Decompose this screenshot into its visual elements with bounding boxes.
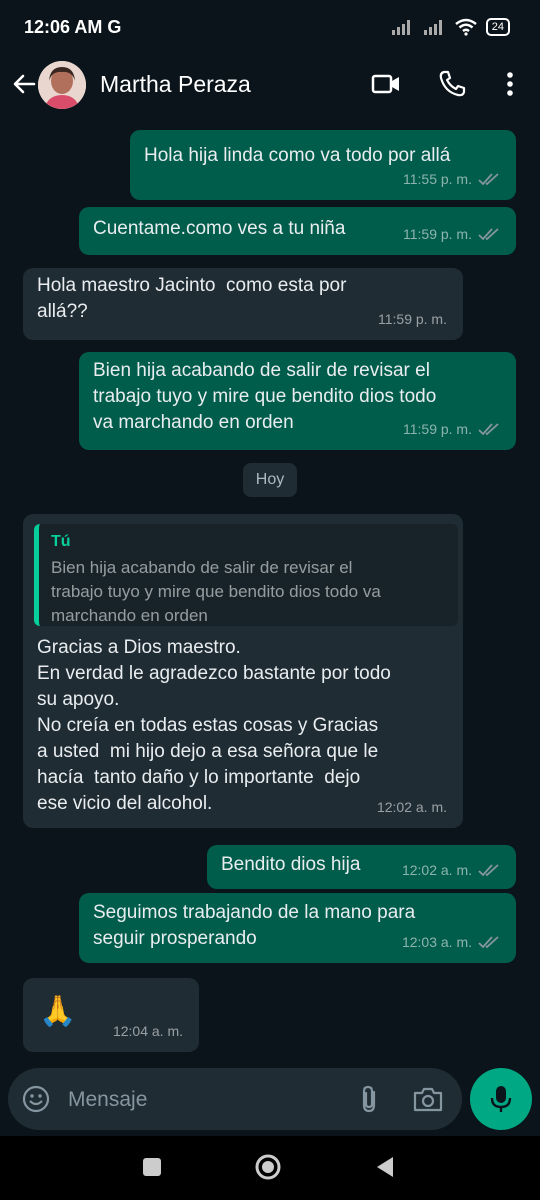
system-nav-bar xyxy=(0,1136,540,1200)
quote-author: Tú xyxy=(51,533,71,550)
message-emoji: 🙏 xyxy=(39,995,77,1028)
recent-apps-icon[interactable] xyxy=(141,1156,163,1178)
home-icon[interactable] xyxy=(254,1153,282,1181)
message-bubble-incoming[interactable]: 🙏 12:04 a. m. xyxy=(23,978,199,1052)
message-input[interactable] xyxy=(66,1082,340,1118)
message-meta: 12:03 a. m. xyxy=(402,929,500,955)
read-ticks-icon xyxy=(478,423,499,436)
message-bubble-incoming[interactable]: Tú Bien hija acabando de salir de revisa… xyxy=(23,514,463,828)
emoji-icon[interactable] xyxy=(22,1085,50,1113)
wifi-icon xyxy=(454,18,477,36)
status-time: 12:06 AM G xyxy=(24,17,122,37)
chat-header: Martha Peraza xyxy=(0,58,540,118)
more-vert-icon[interactable] xyxy=(494,68,526,100)
signal-icon-2 xyxy=(423,20,442,35)
message-bubble-outgoing[interactable]: Bendito dios hija 12:02 a. m. xyxy=(207,845,516,889)
camera-icon[interactable] xyxy=(412,1085,444,1113)
message-bubble-outgoing[interactable]: Cuentame.como ves a tu niña 11:59 p. m. xyxy=(79,207,516,255)
message-time: 12:04 a. m. xyxy=(112,1023,183,1039)
message-text: Bendito dios hija xyxy=(221,854,361,875)
battery-icon: 24 xyxy=(485,18,510,36)
signal-icon xyxy=(391,20,410,35)
message-meta: 12:02 a. m. xyxy=(402,857,500,883)
message-bubble-outgoing[interactable]: Seguimos trabajando de la mano para segu… xyxy=(79,893,516,963)
message-bubble-outgoing[interactable]: Bien hija acabando de salir de revisar e… xyxy=(79,352,516,450)
read-ticks-icon xyxy=(478,864,499,877)
back-nav-icon[interactable] xyxy=(373,1155,397,1179)
message-text: Bien hija acabando de salir de revisar e… xyxy=(93,360,437,433)
read-ticks-icon xyxy=(478,228,499,241)
message-text: Gracias a Dios maestro. En verdad le agr… xyxy=(37,637,391,814)
status-bar: 12:06 AM G 24 xyxy=(0,0,540,58)
message-time: 12:02 a. m. xyxy=(401,862,472,878)
message-meta: 11:59 p. m. xyxy=(403,416,500,442)
message-meta: 12:02 a. m. xyxy=(377,794,447,820)
message-input-box[interactable] xyxy=(8,1068,462,1130)
message-time: 11:55 p. m. xyxy=(402,171,472,187)
attach-icon[interactable] xyxy=(356,1084,384,1114)
message-meta: 11:59 p. m. xyxy=(403,221,500,247)
message-time: 11:59 p. m. xyxy=(402,421,472,437)
mic-button[interactable] xyxy=(470,1068,532,1130)
composer xyxy=(0,1064,540,1136)
message-meta: 11:59 p. m. xyxy=(378,306,447,332)
message-time: 11:59 p. m. xyxy=(377,311,447,327)
message-time: 12:02 a. m. xyxy=(376,799,447,815)
day-divider: Hoy xyxy=(243,463,297,497)
contact-name[interactable]: Martha Peraza xyxy=(100,71,251,98)
status-icons: 24 xyxy=(390,18,510,36)
message-text: Cuentame.como ves a tu niña xyxy=(93,218,346,239)
read-ticks-icon xyxy=(478,936,499,949)
avatar[interactable] xyxy=(38,61,86,109)
read-ticks-icon xyxy=(478,173,499,186)
message-time: 11:59 p. m. xyxy=(402,226,472,242)
back-arrow-icon[interactable] xyxy=(8,68,40,100)
video-call-icon[interactable] xyxy=(370,68,402,100)
message-time: 12:03 a. m. xyxy=(401,934,472,950)
mic-icon xyxy=(490,1086,512,1112)
message-meta: 11:55 p. m. xyxy=(403,166,500,192)
message-text: Seguimos trabajando de la mano para segu… xyxy=(93,902,416,949)
message-meta: 12:04 a. m. xyxy=(113,1018,183,1044)
phone-icon[interactable] xyxy=(436,68,468,100)
message-bubble-incoming[interactable]: Hola maestro Jacinto como esta por allá?… xyxy=(23,268,463,340)
message-bubble-outgoing[interactable]: Hola hija linda como va todo por allá 11… xyxy=(130,130,516,200)
chat-area[interactable]: Hola hija linda como va todo por allá 11… xyxy=(0,118,540,1064)
quote-text: Bien hija acabando de salir de revisar e… xyxy=(51,558,381,625)
quoted-message[interactable]: Tú Bien hija acabando de salir de revisa… xyxy=(34,524,458,626)
message-text: Hola maestro Jacinto como esta por allá?… xyxy=(37,275,347,322)
